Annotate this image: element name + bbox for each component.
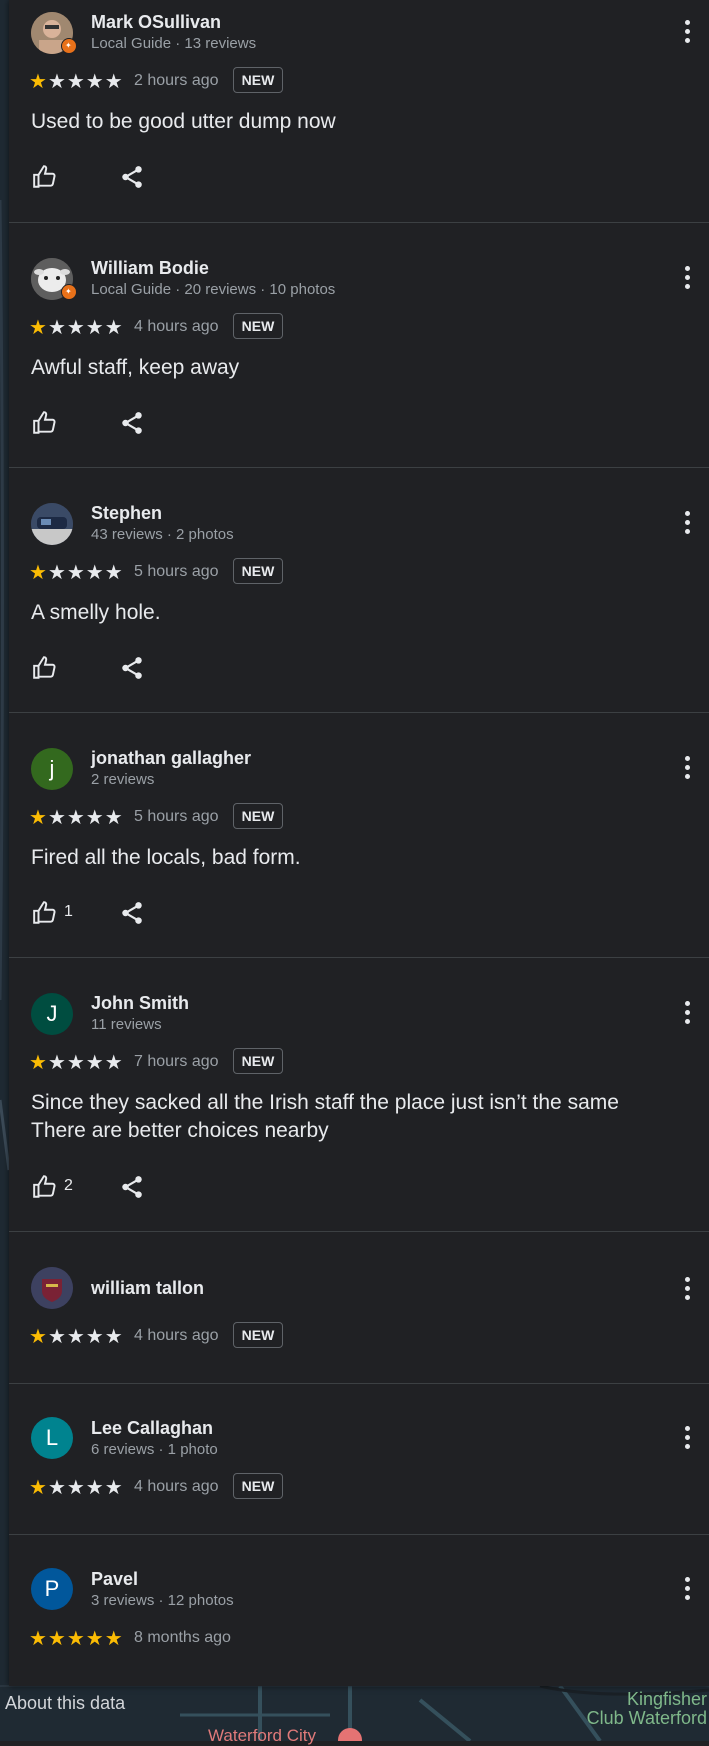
review-item: william tallon ★★★★★ 4 hours ago NEW [9, 1232, 709, 1384]
more-vert-icon[interactable] [685, 756, 691, 780]
review-time: 5 hours ago [134, 808, 219, 825]
share-icon[interactable] [119, 164, 145, 190]
thumb-up-icon[interactable] [32, 655, 58, 681]
review-time: 4 hours ago [134, 1327, 219, 1344]
star-rating: ★★★★★ [29, 1052, 124, 1074]
new-badge: NEW [233, 803, 283, 829]
review-item: j jonathan gallagher 2 reviews ★★★★★ 5 h… [9, 713, 709, 958]
reviewer-name[interactable]: William Bodie [91, 258, 209, 279]
reviewer-name[interactable]: jonathan gallagher [91, 748, 251, 769]
avatar[interactable]: P [31, 1568, 73, 1610]
thumb-up-icon[interactable] [32, 900, 58, 926]
avatar[interactable]: j [31, 748, 73, 790]
star-rating: ★★★★★ [29, 317, 124, 339]
thumb-up-icon[interactable] [32, 410, 58, 436]
star-rating: ★★★★★ [29, 562, 124, 584]
reviewer-name[interactable]: william tallon [91, 1278, 204, 1299]
map-place-label-line-1: Kingfisher [626, 1689, 707, 1709]
more-vert-icon[interactable] [685, 511, 691, 535]
reviewer-name[interactable]: Mark OSullivan [91, 12, 221, 33]
review-text-line-2: There are better choices nearby [31, 1119, 329, 1142]
star-rating: ★★★★★ [29, 71, 124, 93]
review-time: 4 hours ago [134, 318, 219, 335]
new-badge: NEW [233, 67, 283, 93]
review-item: L Lee Callaghan 6 reviews · 1 photo ★★★★… [9, 1384, 709, 1535]
avatar[interactable] [31, 503, 73, 545]
reviewer-name[interactable]: Lee Callaghan [91, 1418, 213, 1439]
review-time: 7 hours ago [134, 1053, 219, 1070]
star-rating: ★★★★★ [29, 807, 124, 829]
review-text: Fired all the locals, bad form. [31, 846, 301, 869]
map-place-label-line-2: Club Waterford [586, 1708, 707, 1728]
reviewer-name[interactable]: Pavel [91, 1569, 138, 1590]
map-city-label[interactable]: Waterford City [208, 1726, 316, 1746]
review-text-line-1: Since they sacked all the Irish staff th… [31, 1091, 619, 1114]
star-rating: ★★★★★ [29, 1628, 124, 1650]
local-guide-badge-icon [61, 284, 77, 300]
share-icon[interactable] [119, 410, 145, 436]
reviewer-meta: 2 reviews [91, 771, 155, 788]
reviewer-name[interactable]: John Smith [91, 993, 189, 1014]
reviewer-meta: 3 reviews · 12 photos [91, 1592, 234, 1609]
reviewer-meta: 43 reviews · 2 photos [91, 526, 234, 543]
review-text: A smelly hole. [31, 601, 161, 624]
more-vert-icon[interactable] [685, 1277, 691, 1301]
more-vert-icon[interactable] [685, 20, 691, 44]
thumb-up-icon[interactable] [32, 1174, 58, 1200]
more-vert-icon[interactable] [685, 1426, 691, 1450]
avatar[interactable]: L [31, 1417, 73, 1459]
more-vert-icon[interactable] [685, 266, 691, 290]
new-badge: NEW [233, 558, 283, 584]
more-vert-icon[interactable] [685, 1001, 691, 1025]
reviewer-meta: Local Guide · 13 reviews [91, 35, 257, 52]
review-item: Stephen 43 reviews · 2 photos ★★★★★ 5 ho… [9, 468, 709, 713]
share-icon[interactable] [119, 655, 145, 681]
share-icon[interactable] [119, 1174, 145, 1200]
like-count: 1 [64, 903, 73, 920]
review-text: Awful staff, keep away [31, 356, 240, 379]
share-icon[interactable] [119, 900, 145, 926]
new-badge: NEW [233, 1473, 283, 1499]
star-rating: ★★★★★ [29, 1326, 124, 1348]
new-badge: NEW [233, 313, 283, 339]
review-time: 2 hours ago [134, 72, 219, 89]
thumb-up-icon[interactable] [32, 164, 58, 190]
about-this-data-link[interactable]: About this data [5, 1693, 125, 1714]
place-pin-icon [338, 1728, 362, 1741]
review-text: Used to be good utter dump now [31, 110, 336, 133]
star-rating: ★★★★★ [29, 1477, 124, 1499]
review-item: William Bodie Local Guide · 20 reviews ·… [9, 223, 709, 468]
review-time: 8 months ago [134, 1629, 231, 1646]
reviewer-name[interactable]: Stephen [91, 503, 162, 524]
like-count: 2 [64, 1177, 73, 1194]
reviews-panel: Mark OSullivan Local Guide · 13 reviews … [9, 0, 709, 1686]
review-item: Mark OSullivan Local Guide · 13 reviews … [9, 0, 709, 223]
map-place-label[interactable]: Kingfisher Club Waterford [587, 1690, 707, 1728]
more-vert-icon[interactable] [685, 1577, 691, 1601]
reviewer-meta: Local Guide · 20 reviews · 10 photos [91, 281, 336, 298]
local-guide-badge-icon [61, 38, 77, 54]
review-time: 4 hours ago [134, 1478, 219, 1495]
review-item: P Pavel 3 reviews · 12 photos ★★★★★ 8 mo… [9, 1535, 709, 1686]
new-badge: NEW [233, 1322, 283, 1348]
reviewer-meta: 6 reviews · 1 photo [91, 1441, 218, 1458]
review-time: 5 hours ago [134, 563, 219, 580]
reviewer-meta: 11 reviews [91, 1016, 162, 1033]
new-badge: NEW [233, 1048, 283, 1074]
avatar[interactable] [31, 1267, 73, 1309]
avatar[interactable]: J [31, 993, 73, 1035]
review-item: J John Smith 11 reviews ★★★★★ 7 hours ag… [9, 958, 709, 1232]
